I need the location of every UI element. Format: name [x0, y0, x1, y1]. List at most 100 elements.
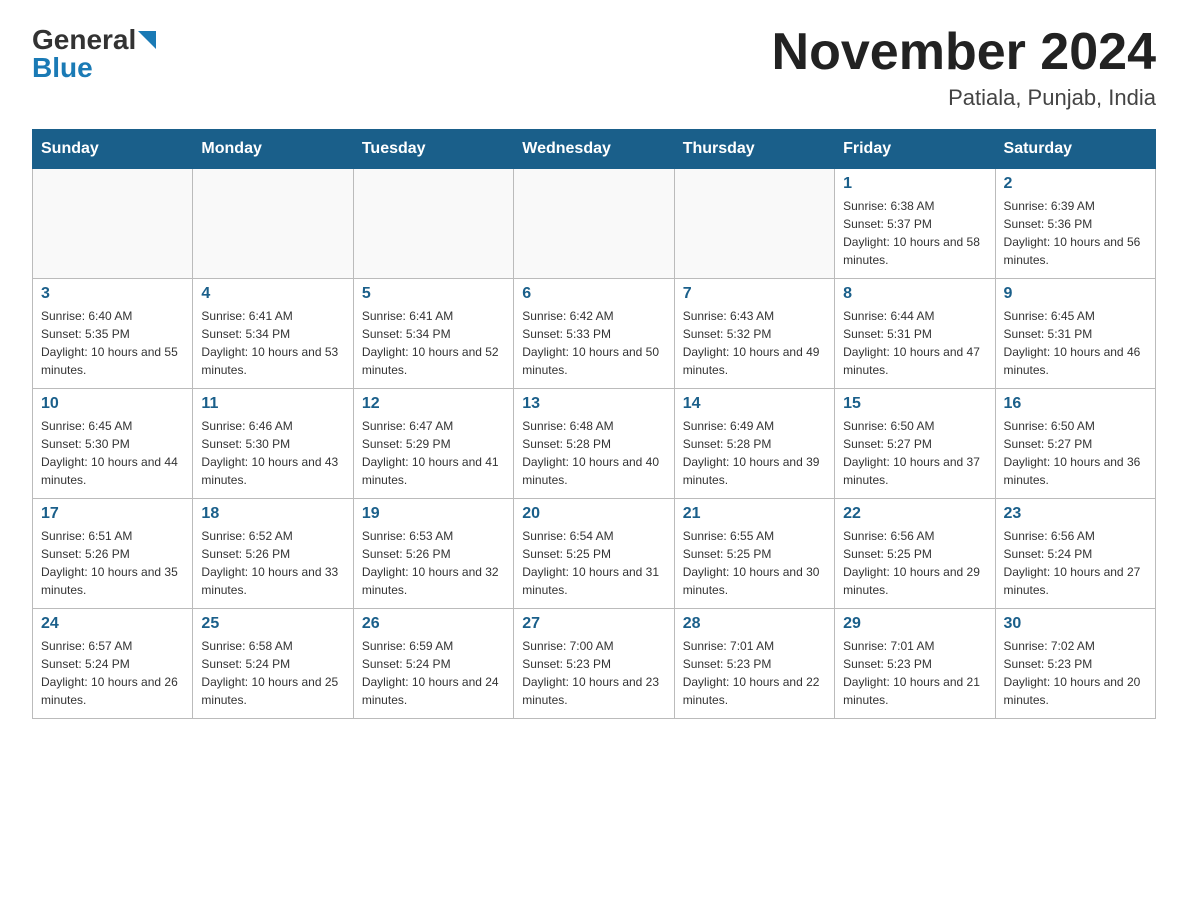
calendar-cell: 17 Sunrise: 6:51 AMSunset: 5:26 PMDayligh… [33, 499, 193, 609]
day-info: Sunrise: 6:49 AMSunset: 5:28 PMDaylight:… [683, 417, 826, 489]
calendar-cell [193, 169, 353, 279]
logo: General Blue [32, 24, 156, 84]
day-number: 15 [843, 395, 986, 413]
day-info: Sunrise: 6:55 AMSunset: 5:25 PMDaylight:… [683, 527, 826, 599]
day-info: Sunrise: 6:58 AMSunset: 5:24 PMDaylight:… [201, 637, 344, 709]
calendar-week-row: 3 Sunrise: 6:40 AMSunset: 5:35 PMDaylight… [33, 279, 1156, 389]
day-info: Sunrise: 6:42 AMSunset: 5:33 PMDaylight:… [522, 307, 665, 379]
day-info: Sunrise: 6:50 AMSunset: 5:27 PMDaylight:… [1004, 417, 1147, 489]
calendar-cell [674, 169, 834, 279]
day-number: 20 [522, 505, 665, 523]
day-number: 23 [1004, 505, 1147, 523]
day-number: 18 [201, 505, 344, 523]
calendar-week-row: 10Sunrise: 6:45 AMSunset: 5:30 PMDayligh… [33, 389, 1156, 499]
page-header: General Blue November 2024 Patiala, Punj… [32, 24, 1156, 111]
day-info: Sunrise: 7:01 AMSunset: 5:23 PMDaylight:… [843, 637, 986, 709]
logo-triangle-icon [138, 31, 156, 49]
calendar-cell: 1Sunrise: 6:38 AMSunset: 5:37 PMDaylight… [835, 169, 995, 279]
calendar-cell: 20 Sunrise: 6:54 AMSunset: 5:25 PMDayligh… [514, 499, 674, 609]
col-header-wednesday: Wednesday [514, 130, 674, 169]
calendar-cell: 6Sunrise: 6:42 AMSunset: 5:33 PMDaylight… [514, 279, 674, 389]
calendar-week-row: 17 Sunrise: 6:51 AMSunset: 5:26 PMDayligh… [33, 499, 1156, 609]
day-number: 11 [201, 395, 344, 413]
calendar-cell [33, 169, 193, 279]
day-info: Sunrise: 7:00 AMSunset: 5:23 PMDaylight:… [522, 637, 665, 709]
day-number: 16 [1004, 395, 1147, 413]
day-info: Sunrise: 7:01 AMSunset: 5:23 PMDaylight:… [683, 637, 826, 709]
day-info: Sunrise: 6:51 AMSunset: 5:26 PMDaylight:… [41, 527, 184, 599]
col-header-monday: Monday [193, 130, 353, 169]
calendar-cell: 7Sunrise: 6:43 AMSunset: 5:32 PMDaylight… [674, 279, 834, 389]
day-info: Sunrise: 6:40 AMSunset: 5:35 PMDaylight:… [41, 307, 184, 379]
day-info: Sunrise: 6:47 AMSunset: 5:29 PMDaylight:… [362, 417, 505, 489]
day-info: Sunrise: 6:56 AMSunset: 5:25 PMDaylight:… [843, 527, 986, 599]
calendar-cell: 9 Sunrise: 6:45 AMSunset: 5:31 PMDaylight… [995, 279, 1155, 389]
day-info: Sunrise: 6:44 AMSunset: 5:31 PMDaylight:… [843, 307, 986, 379]
calendar-cell: 29 Sunrise: 7:01 AMSunset: 5:23 PMDayligh… [835, 609, 995, 719]
calendar-cell: 4 Sunrise: 6:41 AMSunset: 5:34 PMDaylight… [193, 279, 353, 389]
calendar-cell: 8Sunrise: 6:44 AMSunset: 5:31 PMDaylight… [835, 279, 995, 389]
day-info: Sunrise: 6:41 AMSunset: 5:34 PMDaylight:… [201, 307, 344, 379]
calendar-cell: 23 Sunrise: 6:56 AMSunset: 5:24 PMDayligh… [995, 499, 1155, 609]
calendar-header-row: SundayMondayTuesdayWednesdayThursdayFrid… [33, 130, 1156, 169]
logo-blue-text: Blue [32, 52, 93, 84]
day-info: Sunrise: 6:38 AMSunset: 5:37 PMDaylight:… [843, 197, 986, 269]
day-info: Sunrise: 6:52 AMSunset: 5:26 PMDaylight:… [201, 527, 344, 599]
day-number: 7 [683, 285, 826, 303]
location-text: Patiala, Punjab, India [772, 85, 1156, 111]
day-number: 19 [362, 505, 505, 523]
calendar-cell: 14 Sunrise: 6:49 AMSunset: 5:28 PMDayligh… [674, 389, 834, 499]
day-number: 2 [1004, 175, 1147, 193]
day-number: 29 [843, 615, 986, 633]
day-number: 26 [362, 615, 505, 633]
day-number: 27 [522, 615, 665, 633]
calendar-cell: 25Sunrise: 6:58 AMSunset: 5:24 PMDayligh… [193, 609, 353, 719]
calendar-cell [514, 169, 674, 279]
day-info: Sunrise: 6:39 AMSunset: 5:36 PMDaylight:… [1004, 197, 1147, 269]
day-info: Sunrise: 7:02 AMSunset: 5:23 PMDaylight:… [1004, 637, 1147, 709]
day-info: Sunrise: 6:59 AMSunset: 5:24 PMDaylight:… [362, 637, 505, 709]
calendar-week-row: 1Sunrise: 6:38 AMSunset: 5:37 PMDaylight… [33, 169, 1156, 279]
col-header-sunday: Sunday [33, 130, 193, 169]
calendar-cell: 3 Sunrise: 6:40 AMSunset: 5:35 PMDaylight… [33, 279, 193, 389]
calendar-cell: 13Sunrise: 6:48 AMSunset: 5:28 PMDayligh… [514, 389, 674, 499]
day-number: 21 [683, 505, 826, 523]
day-info: Sunrise: 6:45 AMSunset: 5:30 PMDaylight:… [41, 417, 184, 489]
day-number: 24 [41, 615, 184, 633]
calendar-week-row: 24 Sunrise: 6:57 AMSunset: 5:24 PMDayligh… [33, 609, 1156, 719]
calendar-cell: 28Sunrise: 7:01 AMSunset: 5:23 PMDayligh… [674, 609, 834, 719]
calendar-cell: 16 Sunrise: 6:50 AMSunset: 5:27 PMDayligh… [995, 389, 1155, 499]
day-number: 17 [41, 505, 184, 523]
day-info: Sunrise: 6:46 AMSunset: 5:30 PMDaylight:… [201, 417, 344, 489]
col-header-saturday: Saturday [995, 130, 1155, 169]
calendar-cell: 19Sunrise: 6:53 AMSunset: 5:26 PMDayligh… [353, 499, 513, 609]
day-number: 9 [1004, 285, 1147, 303]
calendar-cell: 30 Sunrise: 7:02 AMSunset: 5:23 PMDayligh… [995, 609, 1155, 719]
day-info: Sunrise: 6:41 AMSunset: 5:34 PMDaylight:… [362, 307, 505, 379]
day-number: 30 [1004, 615, 1147, 633]
day-info: Sunrise: 6:56 AMSunset: 5:24 PMDaylight:… [1004, 527, 1147, 599]
day-number: 14 [683, 395, 826, 413]
calendar-cell: 21 Sunrise: 6:55 AMSunset: 5:25 PMDayligh… [674, 499, 834, 609]
day-number: 5 [362, 285, 505, 303]
calendar-cell [353, 169, 513, 279]
calendar-cell: 15Sunrise: 6:50 AMSunset: 5:27 PMDayligh… [835, 389, 995, 499]
day-info: Sunrise: 6:48 AMSunset: 5:28 PMDaylight:… [522, 417, 665, 489]
day-number: 3 [41, 285, 184, 303]
day-number: 22 [843, 505, 986, 523]
day-info: Sunrise: 6:57 AMSunset: 5:24 PMDaylight:… [41, 637, 184, 709]
calendar-cell: 26 Sunrise: 6:59 AMSunset: 5:24 PMDayligh… [353, 609, 513, 719]
calendar-cell: 24 Sunrise: 6:57 AMSunset: 5:24 PMDayligh… [33, 609, 193, 719]
month-title: November 2024 [772, 24, 1156, 81]
day-number: 4 [201, 285, 344, 303]
calendar-table: SundayMondayTuesdayWednesdayThursdayFrid… [32, 129, 1156, 719]
calendar-cell: 18 Sunrise: 6:52 AMSunset: 5:26 PMDayligh… [193, 499, 353, 609]
col-header-tuesday: Tuesday [353, 130, 513, 169]
calendar-cell: 12 Sunrise: 6:47 AMSunset: 5:29 PMDayligh… [353, 389, 513, 499]
day-info: Sunrise: 6:54 AMSunset: 5:25 PMDaylight:… [522, 527, 665, 599]
calendar-cell: 5 Sunrise: 6:41 AMSunset: 5:34 PMDaylight… [353, 279, 513, 389]
calendar-cell: 2 Sunrise: 6:39 AMSunset: 5:36 PMDaylight… [995, 169, 1155, 279]
calendar-cell: 27 Sunrise: 7:00 AMSunset: 5:23 PMDayligh… [514, 609, 674, 719]
day-info: Sunrise: 6:45 AMSunset: 5:31 PMDaylight:… [1004, 307, 1147, 379]
day-number: 12 [362, 395, 505, 413]
